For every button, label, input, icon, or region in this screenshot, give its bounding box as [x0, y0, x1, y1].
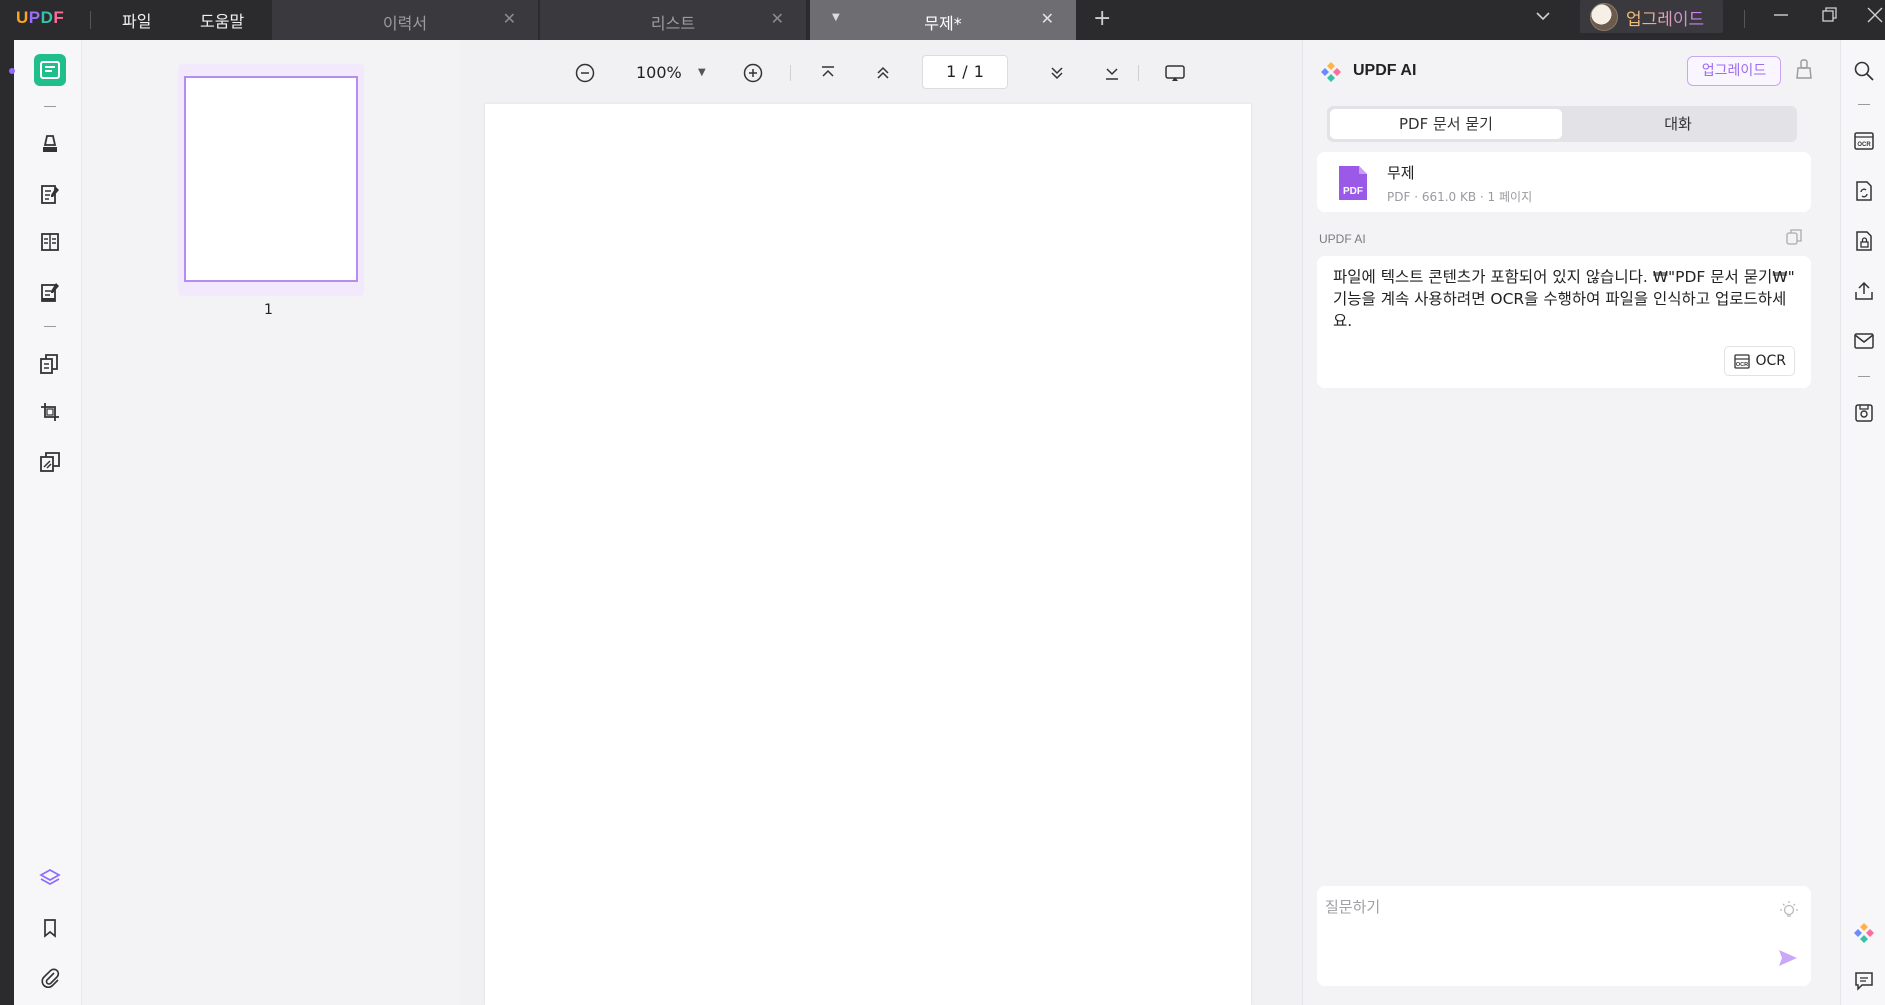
pdf-page[interactable] — [485, 104, 1251, 1005]
tab-label: 리스트 — [650, 14, 696, 33]
page-indicator[interactable]: 1 / 1 — [922, 55, 1008, 89]
edit-text-icon[interactable] — [34, 178, 66, 210]
organize-pages-icon[interactable] — [34, 348, 66, 380]
minimize-icon[interactable] — [1772, 6, 1790, 29]
page-separator: / — [962, 62, 968, 81]
close-window-icon[interactable] — [1866, 6, 1884, 29]
zoom-in-icon[interactable] — [740, 60, 766, 86]
ocr-icon: OCR — [1734, 354, 1751, 369]
pdf-file-icon: PDF — [1337, 164, 1369, 202]
attachment-icon[interactable] — [34, 962, 66, 994]
toolbar-divider — [1138, 65, 1139, 81]
thumbnail-panel: 1 — [82, 40, 460, 1005]
svg-text:OCR: OCR — [1857, 142, 1871, 148]
zoom-out-icon[interactable] — [572, 60, 598, 86]
title-bar: UPDF 파일 도움말 이력서 ✕ 리스트 ✕ ▼ 무제* ✕ + 업그레이드 — [0, 0, 1885, 40]
highlight-icon[interactable] — [34, 128, 66, 160]
tab-chat[interactable]: 대화 — [1562, 109, 1794, 139]
svg-text:PDF: PDF — [1343, 186, 1363, 197]
current-page[interactable]: 1 — [946, 62, 956, 81]
rail-divider — [1858, 376, 1870, 377]
upgrade-label: 업그레이드 — [1626, 5, 1704, 30]
updf-ai-icon[interactable] — [1851, 920, 1877, 946]
tab-label: 이력서 — [382, 14, 428, 33]
prompt-ideas-icon[interactable] — [1779, 900, 1799, 924]
total-pages: 1 — [973, 62, 984, 81]
left-edge — [0, 40, 14, 1005]
new-tab-button[interactable]: + — [1093, 6, 1111, 31]
ai-mode-tabs: PDF 문서 묻기 대화 — [1327, 106, 1797, 142]
clear-chat-icon[interactable] — [1795, 58, 1813, 84]
bookmark-icon[interactable] — [34, 912, 66, 944]
svg-text:OCR: OCR — [1736, 362, 1748, 368]
ai-panel-title: UPDF AI — [1353, 62, 1417, 79]
toolbar-divider — [790, 65, 791, 81]
menu-file[interactable]: 파일 — [122, 8, 151, 32]
rail-divider — [44, 326, 56, 327]
zoom-dropdown-icon[interactable]: ▼ — [698, 67, 706, 78]
form-icon[interactable] — [34, 226, 66, 258]
file-meta: PDF · 661.0 KB · 1 페이지 — [1387, 190, 1533, 204]
updf-ai-logo-icon — [1319, 60, 1343, 84]
save-icon[interactable] — [1851, 400, 1877, 426]
rail-divider — [44, 106, 56, 107]
edge-dot — [9, 68, 15, 74]
avatar[interactable] — [1590, 3, 1618, 31]
ocr-button[interactable]: OCR OCR — [1724, 346, 1795, 376]
first-page-icon[interactable] — [815, 60, 841, 86]
ai-message: 파일에 텍스트 콘텐츠가 포함되어 있지 않습니다. ₩"PDF 문서 묻기₩"… — [1317, 256, 1811, 388]
ocr-button-label: OCR — [1755, 353, 1786, 369]
reader-icon[interactable] — [34, 54, 66, 86]
send-icon[interactable] — [1777, 948, 1799, 972]
comment-icon[interactable] — [1851, 968, 1877, 994]
updf-logo: UPDF — [16, 8, 65, 27]
tab-ask-pdf[interactable]: PDF 문서 묻기 — [1330, 109, 1562, 139]
menu-help[interactable]: 도움말 — [200, 8, 244, 32]
tab-resume[interactable]: 이력서 ✕ — [272, 0, 538, 40]
file-name: 무제 — [1387, 164, 1415, 182]
tab-label: 무제* — [924, 14, 962, 33]
close-icon[interactable]: ✕ — [503, 9, 516, 28]
share-icon[interactable] — [1851, 278, 1877, 304]
copy-icon[interactable] — [1785, 228, 1803, 250]
ocr-icon[interactable]: OCR — [1851, 128, 1877, 154]
chevron-down-icon[interactable] — [1535, 8, 1551, 28]
close-icon[interactable]: ✕ — [1041, 9, 1054, 28]
logo-divider — [90, 11, 91, 29]
window-divider — [1744, 10, 1745, 28]
last-page-icon[interactable] — [1099, 60, 1125, 86]
thumbnail-page[interactable] — [184, 76, 358, 282]
tab-list[interactable]: 리스트 ✕ — [540, 0, 806, 40]
file-card: PDF 무제 PDF · 661.0 KB · 1 페이지 — [1317, 152, 1811, 212]
rail-divider — [1858, 104, 1870, 105]
convert-icon[interactable] — [1851, 178, 1877, 204]
presentation-icon[interactable] — [1162, 60, 1188, 86]
fill-sign-icon[interactable] — [34, 276, 66, 308]
tab-untitled[interactable]: ▼ 무제* ✕ — [810, 0, 1076, 40]
crop-icon[interactable] — [34, 396, 66, 428]
prev-page-icon[interactable] — [870, 60, 896, 86]
next-page-icon[interactable] — [1044, 60, 1070, 86]
protect-icon[interactable] — [34, 446, 66, 478]
zoom-level[interactable]: 100% — [636, 63, 682, 82]
layers-icon[interactable] — [34, 862, 66, 894]
thumbnail-page-number: 1 — [264, 302, 273, 318]
question-box — [1317, 886, 1811, 986]
close-icon[interactable]: ✕ — [771, 9, 784, 28]
page-thumbnail[interactable] — [178, 64, 364, 296]
question-input[interactable] — [1325, 894, 1745, 920]
protect-file-icon[interactable] — [1851, 228, 1877, 254]
restore-icon[interactable] — [1821, 6, 1839, 29]
document-viewer: 100% ▼ 1 / 1 — [460, 40, 1302, 1005]
ai-upgrade-button[interactable]: 업그레이드 — [1687, 56, 1781, 86]
ai-message-text: 파일에 텍스트 콘텐츠가 포함되어 있지 않습니다. ₩"PDF 문서 묻기₩"… — [1333, 268, 1795, 330]
updf-ai-panel: UPDF AI 업그레이드 PDF 문서 묻기 대화 PDF 무제 PDF · … — [1302, 40, 1840, 1005]
right-tool-rail: OCR — [1840, 40, 1885, 1005]
search-icon[interactable] — [1851, 58, 1877, 84]
email-icon[interactable] — [1851, 328, 1877, 354]
account-upgrade-button[interactable]: 업그레이드 — [1580, 0, 1723, 33]
left-tool-rail — [0, 40, 82, 1005]
message-sender-label: UPDF AI — [1319, 232, 1366, 246]
